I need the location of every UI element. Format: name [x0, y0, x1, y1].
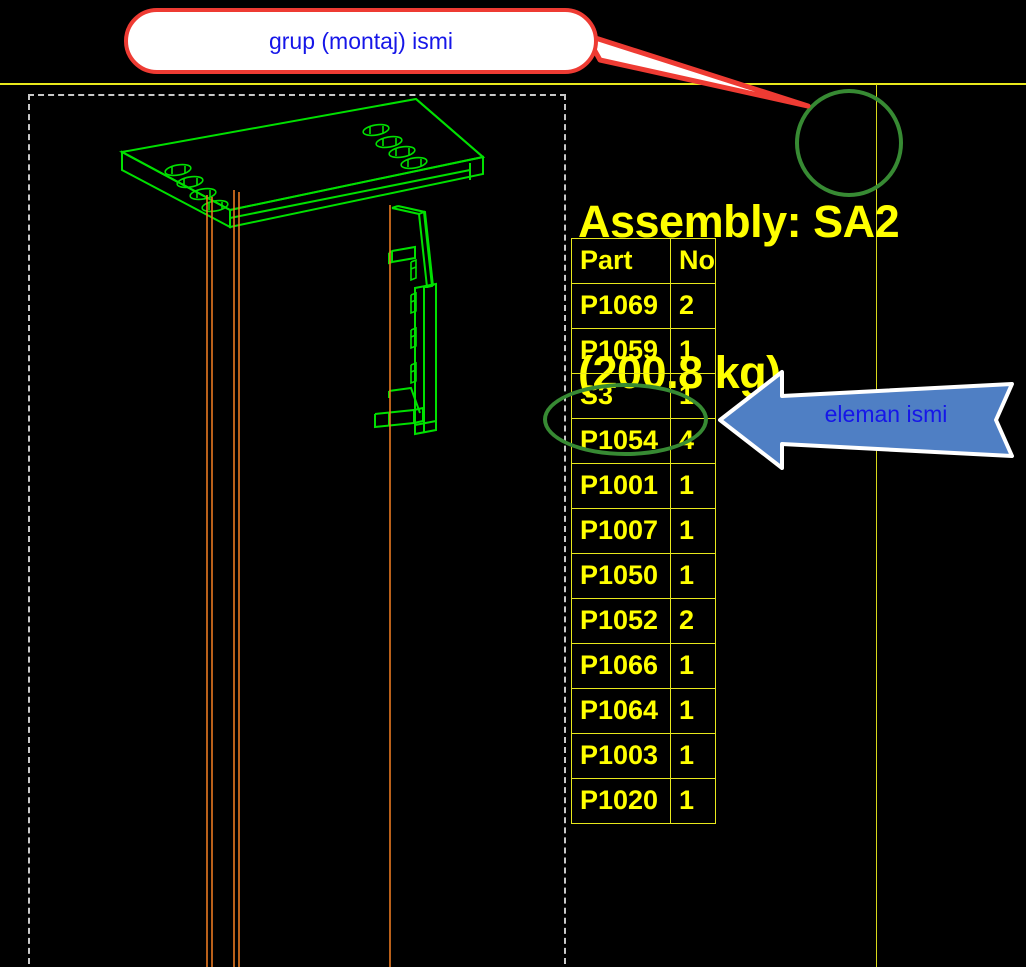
cell-part: P1050 [571, 553, 671, 599]
cell-part: P1020 [571, 778, 671, 824]
table-header-row: Part No [571, 238, 716, 284]
parts-table: Part No P1069 2 P1059 1 S3 1 P1054 4 P1001 1 … [571, 238, 716, 824]
table-row[interactable]: P1066 1 [571, 643, 716, 689]
viewport-dashed-frame [28, 94, 566, 967]
table-row[interactable]: P1064 1 [571, 688, 716, 734]
table-row[interactable]: P1003 1 [571, 733, 716, 779]
table-row[interactable]: P1052 2 [571, 598, 716, 644]
cell-part: P1003 [571, 733, 671, 779]
cell-part: P1064 [571, 688, 671, 734]
blue-arrow-label: eleman ismi [824, 401, 948, 427]
cell-no: 1 [670, 778, 716, 824]
cell-part: P1001 [571, 463, 671, 509]
cell-no: 1 [670, 733, 716, 779]
sheet-border-horizontal-line [0, 83, 1026, 85]
cell-part: P1052 [571, 598, 671, 644]
column-header-no: No [670, 238, 716, 284]
callout-bubble-group-name[interactable]: grup (montaj) ismi [124, 8, 598, 74]
cell-no: 1 [670, 553, 716, 599]
cad-drawing-canvas: Assembly: SA2 (200.8 kg) Part No P1069 2 … [0, 0, 1026, 967]
cell-no: 1 [670, 463, 716, 509]
cell-no: 2 [670, 598, 716, 644]
cell-part: P1059 [571, 328, 671, 374]
cell-part: P1069 [571, 283, 671, 329]
cell-no: 1 [670, 328, 716, 374]
table-row[interactable]: P1069 2 [571, 283, 716, 329]
cell-no: 2 [670, 283, 716, 329]
table-row[interactable]: P1059 1 [571, 328, 716, 374]
cell-no: 1 [670, 643, 716, 689]
table-row[interactable]: P1007 1 [571, 508, 716, 554]
table-row[interactable]: P1020 1 [571, 778, 716, 824]
highlight-circle-assembly-name [795, 89, 903, 197]
cell-no: 1 [670, 688, 716, 734]
cell-part: P1007 [571, 508, 671, 554]
table-row[interactable]: P1001 1 [571, 463, 716, 509]
table-row[interactable]: P1050 1 [571, 553, 716, 599]
cell-part: P1066 [571, 643, 671, 689]
highlight-ellipse-part-name [543, 383, 708, 456]
callout-label: grup (montaj) ismi [268, 27, 454, 54]
column-header-part: Part [571, 238, 671, 284]
cell-no: 1 [670, 508, 716, 554]
